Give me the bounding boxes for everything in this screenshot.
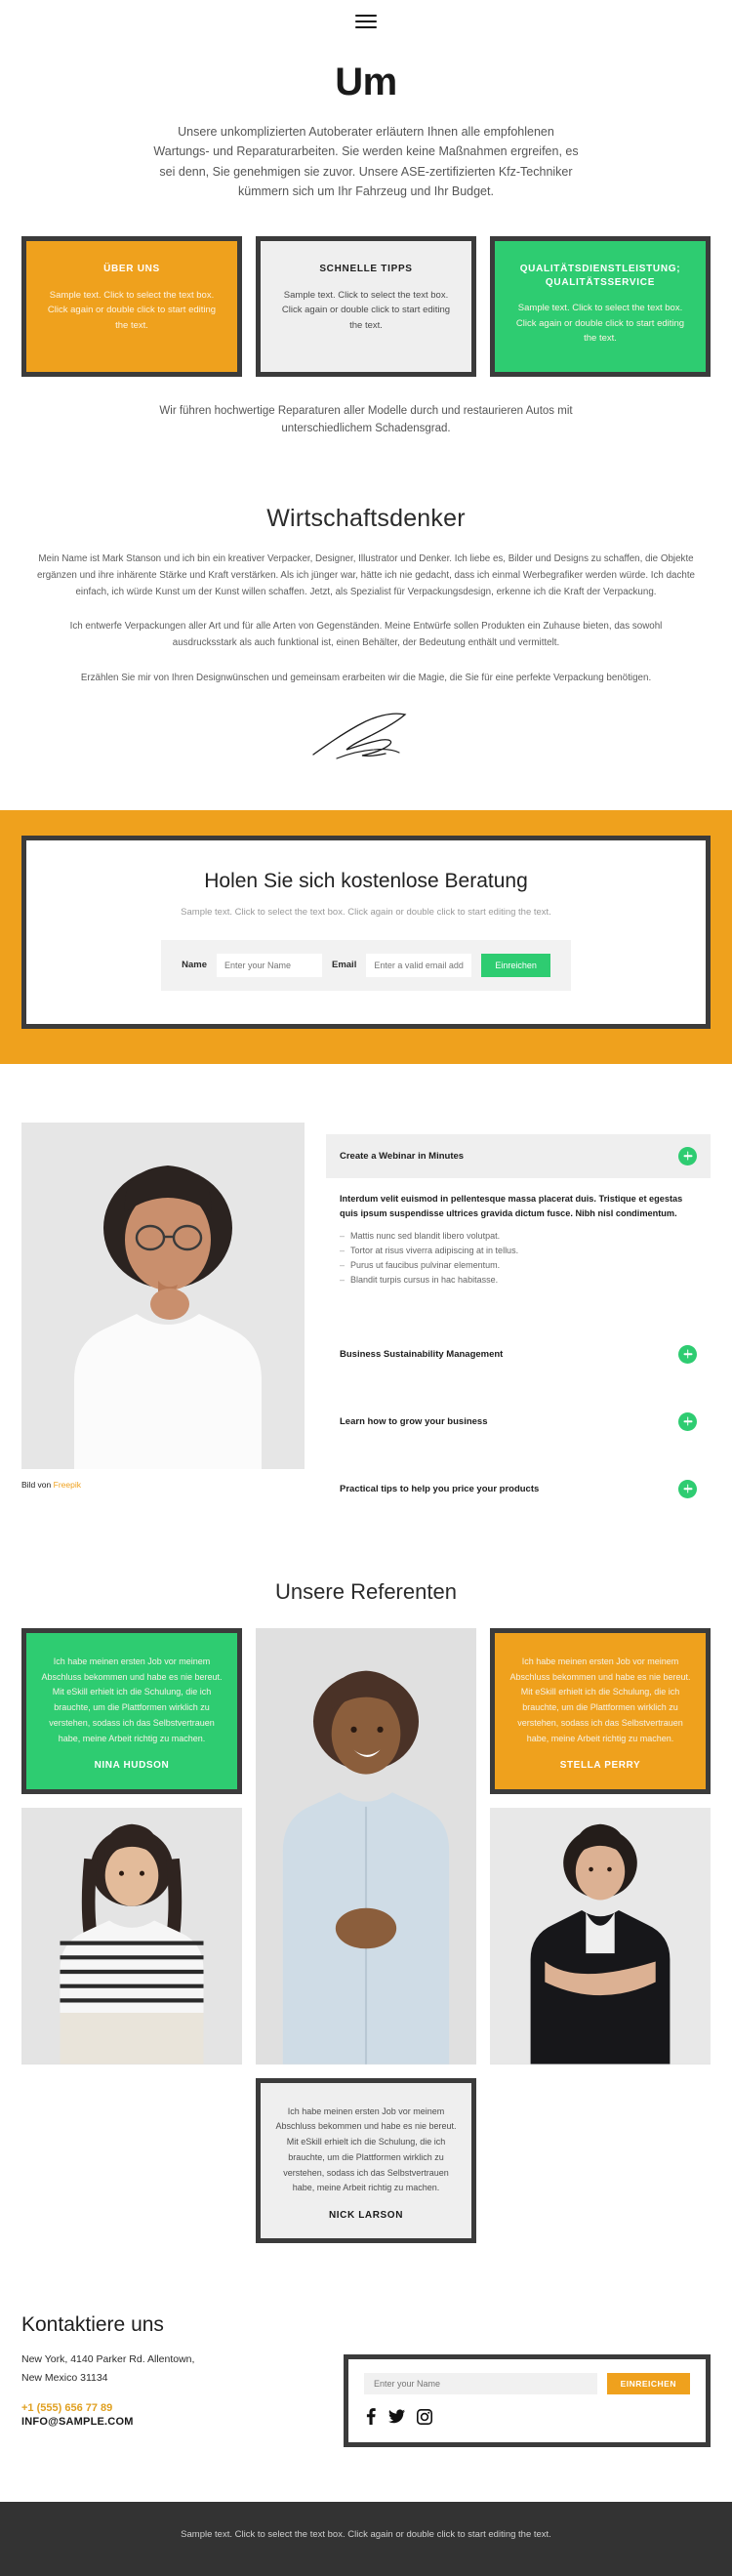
address-line-1: New York, 4140 Parker Rd. Allentown, (21, 2353, 195, 2366)
page-root: Um Unsere unkomplizierten Autoberater er… (0, 0, 732, 2576)
accordion-body-webinar: Interdum velit euismod in pellentesque m… (326, 1178, 711, 1288)
testimonial-quote: Ich habe meinen ersten Job vor meinem Ab… (275, 2106, 457, 2193)
contact-info: Kontaktiere uns New York, 4140 Parker Rd… (21, 2313, 344, 2447)
footer-text: Sample text. Click to select the text bo… (181, 2529, 551, 2541)
page-title: Um (335, 61, 397, 103)
footer: Sample text. Click to select the text bo… (0, 2502, 732, 2576)
contact-email[interactable]: INFO@SAMPLE.COM (21, 2416, 344, 2428)
social-links (364, 2408, 690, 2426)
testimonials-section: Unsere Referenten Ich habe meinen ersten… (0, 1511, 732, 2244)
woman-black-dress-photo (487, 1808, 713, 2065)
testimonials-title: Unsere Referenten (275, 1578, 457, 1604)
woman-thinking-photo (21, 1122, 305, 1469)
testimonial-card-nick: Ich habe meinen ersten Job vor meinem Ab… (256, 2077, 476, 2244)
plus-icon[interactable] (678, 1344, 697, 1364)
testimonial-quote: Ich habe meinen ersten Job vor meinem Ab… (41, 1656, 223, 1743)
contact-title: Kontaktiere uns (21, 2313, 164, 2337)
cta-submit-button[interactable]: Einreichen (481, 953, 550, 977)
accordion-item-grow[interactable]: Learn how to grow your business (326, 1400, 711, 1444)
accordion-title: Business Sustainability Management (340, 1348, 504, 1360)
testimonial-card-stella: Ich habe meinen ersten Job vor meinem Ab… (490, 1627, 711, 1795)
testimonial-author: NICK LARSON (328, 2210, 404, 2222)
feature-box-text: Sample text. Click to select the text bo… (47, 289, 217, 331)
contact-form-row: EINREICHEN (364, 2373, 690, 2395)
testimonial-author: NINA HUDSON (94, 1760, 170, 1772)
feature-box-quality[interactable]: QUALITÄTSDIENSTLEISTUNG; QUALITÄTSSERVIC… (490, 236, 711, 378)
credit-link[interactable]: Freepik (54, 1480, 81, 1490)
photo-illustration (487, 1808, 713, 2065)
credit-prefix: Bild von (21, 1479, 52, 1490)
bio-paragraph-1: Mein Name ist Mark Stanson und ich bin e… (37, 552, 696, 598)
address-line-2: New Mexico 31134 (21, 2371, 108, 2384)
bio-section: Wirtschaftsdenker Mein Name ist Mark Sta… (0, 438, 732, 767)
accordion-title: Learn how to grow your business (340, 1415, 488, 1427)
cta-email-input[interactable] (366, 953, 472, 977)
cta-subtitle: Sample text. Click to select the text bo… (181, 906, 551, 918)
cta-band: Holen Sie sich kostenlose Beratung Sampl… (0, 809, 732, 1064)
feature-box-tips[interactable]: SCHNELLE TIPPS Sample text. Click to sel… (256, 236, 476, 378)
hero-section: Um Unsere unkomplizierten Autoberater er… (0, 43, 732, 201)
plus-icon[interactable] (678, 1479, 697, 1498)
hamburger-menu-icon[interactable] (355, 11, 377, 32)
accordion-bullets: Mattis nunc sed blandit libero volutpat.… (340, 1230, 697, 1288)
contact-name-input[interactable] (364, 2373, 597, 2395)
cta-form: Name Email Einreichen (161, 939, 571, 991)
contact-submit-button[interactable]: EINREICHEN (606, 2373, 690, 2395)
cta-name-input[interactable] (216, 953, 322, 977)
feature-photo-column: Bild von Freepik (21, 1122, 305, 1511)
bio-paragraph-2: Ich entwerfe Verpackungen aller Art und … (69, 621, 663, 649)
contact-form: EINREICHEN (344, 2354, 711, 2448)
list-item: Blandit turpis cursus in hac habitasse. (340, 1274, 697, 1288)
woman-striped-shirt-photo (19, 1808, 245, 2065)
accordion-item-sustainability[interactable]: Business Sustainability Management (326, 1332, 711, 1376)
testimonials-grid: Ich habe meinen ersten Job vor meinem Ab… (19, 1627, 713, 2244)
contact-section: Kontaktiere uns New York, 4140 Parker Rd… (0, 2243, 732, 2448)
instagram-icon[interactable] (417, 2408, 432, 2425)
top-bar (0, 0, 732, 43)
photo-illustration (19, 1808, 245, 2065)
feature-box-text: Sample text. Click to select the text bo… (281, 289, 451, 331)
testimonial-card-nina: Ich habe meinen ersten Job vor meinem Ab… (21, 1627, 242, 1795)
hero-paragraph: Unsere unkomplizierten Autoberater erläu… (153, 125, 579, 198)
cta-name-label: Name (182, 960, 207, 971)
testimonial-author: STELLA PERRY (559, 1760, 641, 1772)
list-item: Mattis nunc sed blandit libero volutpat. (340, 1230, 697, 1244)
feature-section: Bild von Freepik Create a Webinar in Min… (0, 1064, 732, 1511)
list-item: Purus ut faucibus pulvinar elementum. (340, 1259, 697, 1273)
accordion: Create a Webinar in Minutes Interdum vel… (326, 1123, 711, 1511)
plus-icon[interactable] (678, 1146, 697, 1165)
cta-card: Holen Sie sich kostenlose Beratung Sampl… (21, 835, 711, 1029)
facebook-icon[interactable] (364, 2408, 377, 2426)
twitter-icon[interactable] (388, 2408, 405, 2425)
feature-box-about[interactable]: ÜBER UNS Sample text. Click to select th… (21, 236, 242, 378)
bio-paragraph-3: Erzählen Sie mir von Ihren Designwünsche… (80, 672, 652, 683)
image-credit: Bild von Freepik (21, 1480, 305, 1490)
feature-box-title: SCHNELLE TIPPS (319, 264, 413, 274)
contact-phone[interactable]: +1 (555) 656 77 89 (21, 2402, 344, 2414)
handwritten-signature-icon (312, 713, 407, 759)
photo-illustration (254, 1627, 478, 2065)
testimonial-quote: Ich habe meinen ersten Job vor meinem Ab… (509, 1656, 691, 1743)
bio-title: Wirtschaftsdenker (266, 504, 466, 532)
accordion-lead: Interdum velit euismod in pellentesque m… (340, 1193, 683, 1218)
accordion-title: Practical tips to help you price your pr… (340, 1483, 540, 1494)
accordion-item-pricing[interactable]: Practical tips to help you price your pr… (326, 1467, 711, 1511)
man-smiling-photo (254, 1627, 478, 2065)
feature-box-title: QUALITÄTSDIENSTLEISTUNG; QUALITÄTSSERVIC… (519, 264, 681, 288)
feature-boxes: ÜBER UNS Sample text. Click to select th… (0, 201, 732, 378)
photo-illustration (21, 1122, 305, 1469)
list-item: Tortor at risus viverra adipiscing at in… (340, 1245, 697, 1258)
sub-note: Wir führen hochwertige Reparaturen aller… (159, 405, 573, 435)
accordion-item-webinar[interactable]: Create a Webinar in Minutes (326, 1133, 711, 1178)
cta-email-label: Email (331, 960, 357, 971)
feature-box-title: ÜBER UNS (103, 264, 160, 274)
contact-address: New York, 4140 Parker Rd. Allentown, New… (21, 2351, 344, 2387)
cta-title: Holen Sie sich kostenlose Beratung (204, 869, 528, 892)
plus-icon[interactable] (678, 1411, 697, 1431)
feature-box-text: Sample text. Click to select the text bo… (515, 303, 685, 345)
accordion-title: Create a Webinar in Minutes (340, 1150, 465, 1162)
